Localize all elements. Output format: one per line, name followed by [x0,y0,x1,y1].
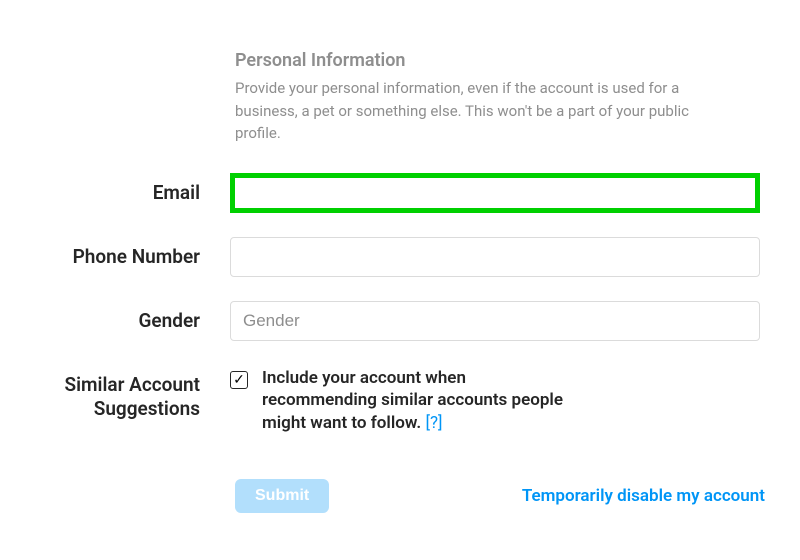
disable-account-link[interactable]: Temporarily disable my account [522,486,765,506]
personal-info-header: Personal Information Provide your person… [235,50,770,145]
help-link[interactable]: [?] [425,413,442,433]
email-label: Email [153,181,200,204]
similar-accounts-label: Similar Account Suggestions [64,373,200,421]
similar-accounts-checkbox[interactable]: ✓ [230,371,248,389]
submit-button[interactable]: Submit [235,479,329,513]
similar-accounts-checkbox-label: Include your account when recommending s… [262,367,572,436]
email-row: Email [30,173,770,213]
phone-label: Phone Number [73,245,200,268]
section-title: Personal Information [235,50,770,71]
email-input[interactable] [230,173,760,213]
checkbox-text: Include your account when recommending s… [262,368,563,434]
phone-input[interactable] [230,237,760,277]
section-description: Provide your personal information, even … [235,77,735,145]
gender-label: Gender [138,309,200,332]
action-row: Submit Temporarily disable my account [235,479,765,513]
gender-input[interactable] [230,301,760,341]
gender-row: Gender [30,301,770,341]
phone-row: Phone Number [30,237,770,277]
similar-accounts-row: Similar Account Suggestions ✓ Include yo… [30,365,770,436]
